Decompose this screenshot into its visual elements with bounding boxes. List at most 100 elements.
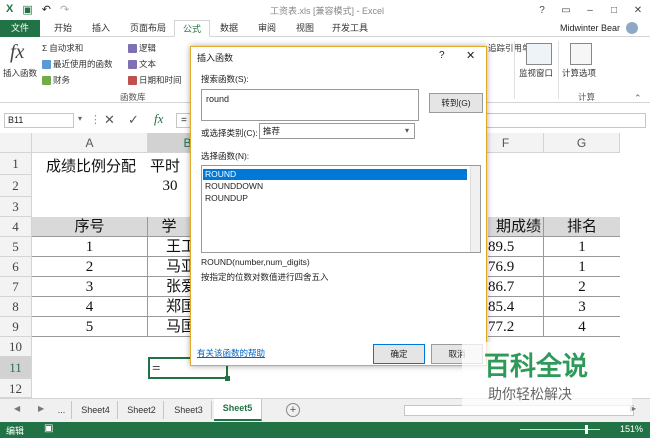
cell-g4[interactable]: 排名 xyxy=(544,217,620,237)
ok-button[interactable]: 确定 xyxy=(373,344,425,364)
tab-review[interactable]: 审阅 xyxy=(250,20,284,37)
cell-a1[interactable]: 成绩比例分配 xyxy=(36,155,146,176)
cell-b6[interactable]: 马亚 xyxy=(148,257,190,277)
function-item-selected[interactable]: ROUND xyxy=(203,169,467,180)
collapse-ribbon-icon[interactable]: ⌃ xyxy=(634,93,642,104)
calc-options-button[interactable]: 计算选项 xyxy=(562,67,596,79)
minimize-button[interactable]: – xyxy=(578,0,602,20)
cancel-icon[interactable]: ✕ xyxy=(104,112,115,128)
sheet-tab-more[interactable]: ... xyxy=(52,401,72,419)
go-button[interactable]: 转到(G) xyxy=(429,93,483,113)
dialog-close-button[interactable]: ✕ xyxy=(466,49,475,62)
cell-g8[interactable]: 3 xyxy=(544,297,620,317)
tab-data[interactable]: 数据 xyxy=(212,20,246,37)
list-scrollbar[interactable] xyxy=(470,166,480,252)
cell-a9[interactable]: 5 xyxy=(32,317,148,337)
row-header[interactable]: 7 xyxy=(0,277,32,297)
cell-g9[interactable]: 4 xyxy=(544,317,620,337)
scroll-right-icon[interactable]: ▶ xyxy=(38,404,44,413)
cell-b1[interactable]: 平时 xyxy=(150,155,190,176)
function-item[interactable]: ROUNDUP xyxy=(205,193,248,203)
tab-page-layout[interactable]: 页面布局 xyxy=(122,20,174,37)
cell-b4[interactable]: 学 xyxy=(148,217,190,237)
maximize-button[interactable]: □ xyxy=(602,0,626,20)
sheet-tab-sheet4[interactable]: Sheet4 xyxy=(74,401,118,419)
financial-button[interactable]: 财务 xyxy=(42,74,70,86)
datetime-button[interactable]: 日期和时间 xyxy=(128,74,182,86)
tab-developer[interactable]: 开发工具 xyxy=(324,20,376,37)
avatar[interactable] xyxy=(626,22,638,34)
cell-f9[interactable]: 77.2 xyxy=(488,317,544,337)
chevron-down-icon[interactable]: ▾ xyxy=(405,126,409,135)
column-header-g[interactable]: G xyxy=(544,133,620,153)
name-box-dropdown-icon[interactable]: ▾ xyxy=(78,114,82,123)
row-header[interactable]: 10 xyxy=(0,337,32,357)
cell-b8[interactable]: 郑国 xyxy=(148,297,190,317)
cell-a5[interactable]: 1 xyxy=(32,237,148,257)
zoom-slider-thumb[interactable] xyxy=(585,425,588,434)
save-icon[interactable]: ▣ xyxy=(22,3,32,16)
cell-f6[interactable]: 76.9 xyxy=(488,257,544,277)
row-header[interactable]: 5 xyxy=(0,237,32,257)
column-header-a[interactable]: A xyxy=(32,133,148,153)
undo-icon[interactable]: ↶ xyxy=(42,3,51,16)
cell-f7[interactable]: 86.7 xyxy=(488,277,544,297)
watch-window-button[interactable]: 监视窗口 xyxy=(519,67,553,79)
fx-icon[interactable]: fx xyxy=(10,41,24,64)
dialog-help-button[interactable]: ? xyxy=(439,50,445,61)
search-input[interactable]: round xyxy=(201,89,419,121)
add-sheet-icon[interactable]: + xyxy=(286,403,300,417)
zoom-level[interactable]: 151% xyxy=(620,424,643,434)
macro-record-icon[interactable]: ▣ xyxy=(44,423,53,434)
insert-function-button[interactable]: 插入函数 xyxy=(3,67,37,79)
cell-a4[interactable]: 序号 xyxy=(32,217,148,237)
cell-f8[interactable]: 85.4 xyxy=(488,297,544,317)
enter-icon[interactable]: ✓ xyxy=(128,112,139,128)
tab-view[interactable]: 视图 xyxy=(288,20,322,37)
select-all-corner[interactable] xyxy=(0,133,32,153)
cell-a6[interactable]: 2 xyxy=(32,257,148,277)
sheet-tab-sheet3[interactable]: Sheet3 xyxy=(166,401,212,419)
row-header[interactable]: 2 xyxy=(0,175,32,197)
cell-b5[interactable]: 王工 xyxy=(148,237,190,257)
row-header[interactable]: 6 xyxy=(0,257,32,277)
row-header[interactable]: 9 xyxy=(0,317,32,337)
zoom-slider[interactable] xyxy=(520,429,600,430)
cell-b9[interactable]: 马国 xyxy=(148,317,190,337)
cell-g5[interactable]: 1 xyxy=(544,237,620,257)
cell-b7[interactable]: 张爱 xyxy=(148,277,190,297)
scroll-left-icon[interactable]: ◀ xyxy=(14,404,20,413)
tab-home[interactable]: 开始 xyxy=(46,20,80,37)
row-header[interactable]: 12 xyxy=(0,379,32,398)
sheet-tab-sheet2[interactable]: Sheet2 xyxy=(120,401,164,419)
function-item[interactable]: ROUNDDOWN xyxy=(205,181,263,191)
close-button[interactable]: ✕ xyxy=(626,0,650,20)
cell-b2[interactable]: 30 xyxy=(150,178,190,195)
cell-g7[interactable]: 2 xyxy=(544,277,620,297)
calculator-icon[interactable] xyxy=(570,43,592,65)
redo-icon[interactable]: ↷ xyxy=(60,3,69,16)
row-header[interactable]: 3 xyxy=(0,197,32,217)
watch-window-icon[interactable] xyxy=(526,43,552,65)
row-header[interactable]: 11 xyxy=(0,357,32,379)
name-box[interactable]: B11 xyxy=(4,113,74,128)
tab-insert[interactable]: 插入 xyxy=(84,20,118,37)
autosum-button[interactable]: Σ 自动求和 xyxy=(42,42,83,54)
recent-functions-button[interactable]: 最近使用的函数 xyxy=(42,58,113,70)
row-header[interactable]: 4 xyxy=(0,217,32,237)
cell-a7[interactable]: 3 xyxy=(32,277,148,297)
cell-f5[interactable]: 89.5 xyxy=(488,237,544,257)
tab-formulas[interactable]: 公式 xyxy=(174,20,211,37)
fill-handle[interactable] xyxy=(225,376,230,381)
cell-g6[interactable]: 1 xyxy=(544,257,620,277)
function-list[interactable]: ROUND ROUNDDOWN ROUNDUP xyxy=(201,165,481,253)
cell-a8[interactable]: 4 xyxy=(32,297,148,317)
user-name[interactable]: Midwinter Bear xyxy=(560,23,620,33)
cell-f4[interactable]: 期成绩 xyxy=(488,217,544,237)
text-button[interactable]: 文本 xyxy=(128,58,156,70)
sheet-tab-sheet5[interactable]: Sheet5 xyxy=(214,399,262,421)
tab-file[interactable]: 文件 xyxy=(0,20,40,37)
logical-button[interactable]: 逻辑 xyxy=(128,42,156,54)
row-header[interactable]: 1 xyxy=(0,153,32,175)
insert-function-icon[interactable]: fx xyxy=(154,111,163,127)
